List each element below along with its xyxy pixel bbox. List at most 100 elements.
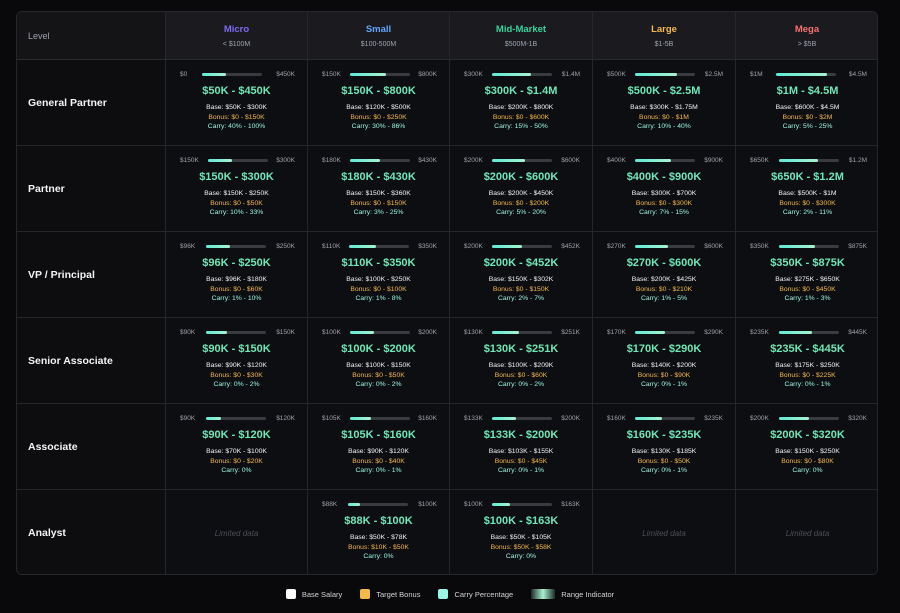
target-bonus: Bonus: $0 - $50K <box>352 371 405 379</box>
total-comp: $180K - $430K <box>341 171 416 183</box>
range-max: $150K <box>276 328 295 336</box>
target-bonus: Bonus: $0 - $50K <box>210 199 263 207</box>
tier-header-small[interactable]: Small $100-500M <box>308 12 450 60</box>
comp-cell[interactable]: Limited data <box>736 490 877 574</box>
range-bar-fill <box>492 416 516 420</box>
total-comp: $105K - $160K <box>341 429 416 441</box>
comp-cell[interactable]: $650K $1.2M $650K - $1.2M Base: $500K - … <box>736 146 877 232</box>
carry-percentage: Carry: 15% - 50% <box>494 123 548 130</box>
tier-name: Large <box>651 23 677 35</box>
range-indicator: $88K $100K <box>308 500 449 508</box>
tier-header-mid-market[interactable]: Mid-Market $500M-1B <box>450 12 593 60</box>
range-indicator: $90K $150K <box>166 328 307 336</box>
comp-cell[interactable]: $270K $600K $270K - $600K Base: $200K - … <box>593 232 736 318</box>
comp-cell[interactable]: Limited data <box>593 490 736 574</box>
range-min: $110K <box>322 242 341 250</box>
range-indicator: $130K $251K <box>450 328 592 336</box>
target-bonus: Bonus: $0 - $150K <box>350 199 407 207</box>
comp-cell[interactable]: $0 $450K $50K - $450K Base: $50K - $300K… <box>166 60 308 146</box>
base-salary: Base: $500K - $1M <box>778 190 837 197</box>
total-comp: $200K - $600K <box>483 171 559 183</box>
comp-cell[interactable]: $130K $251K $130K - $251K Base: $100K - … <box>450 318 593 404</box>
total-comp: $133K - $200K <box>483 429 559 441</box>
base-salary: Base: $96K - $180K <box>206 276 267 283</box>
comp-cell[interactable]: $300K $1.4M $300K - $1.4M Base: $200K - … <box>450 60 593 146</box>
range-max: $100K <box>418 500 437 508</box>
comp-cell[interactable]: $133K $200K $133K - $200K Base: $103K - … <box>450 404 593 490</box>
color-swatch-icon <box>285 589 296 599</box>
comp-cell[interactable]: $235K $445K $235K - $445K Base: $175K - … <box>736 318 877 404</box>
carry-percentage: Carry: 40% - 100% <box>207 123 266 130</box>
comp-cell[interactable]: $90K $120K $90K - $120K Base: $70K - $10… <box>166 404 308 490</box>
carry-percentage: Carry: 1% - 5% <box>640 295 688 302</box>
range-bar-fill <box>635 416 662 420</box>
range-bar <box>492 502 552 506</box>
comp-cell[interactable]: $1M $4.5M $1M - $4.5M Base: $600K - $4.5… <box>736 60 877 146</box>
comp-cell[interactable]: $105K $160K $105K - $160K Base: $90K - $… <box>308 404 450 490</box>
range-bar-fill <box>349 416 371 420</box>
carry-percentage: Carry: 2% - 7% <box>497 295 545 302</box>
base-salary: Base: $50K - $300K <box>206 104 267 111</box>
comp-cell[interactable]: $150K $800K $150K - $800K Base: $120K - … <box>308 60 450 146</box>
tier-header-mega[interactable]: Mega > $5B <box>736 12 877 60</box>
range-min: $130K <box>464 328 483 336</box>
total-comp: $50K - $450K <box>202 85 271 97</box>
comp-cell[interactable]: $100K $163K $100K - $163K Base: $50K - $… <box>450 490 593 574</box>
carry-percentage: Carry: 0% - 1% <box>355 467 402 474</box>
comp-cell[interactable]: $180K $430K $180K - $430K Base: $150K - … <box>308 146 450 232</box>
range-bar <box>492 330 552 334</box>
base-salary: Base: $150K - $302K <box>488 276 554 283</box>
comp-cell[interactable]: $200K $452K $200K - $452K Base: $150K - … <box>450 232 593 318</box>
range-indicator: $100K $200K <box>308 328 449 336</box>
comp-cell[interactable]: $110K $350K $110K - $350K Base: $100K - … <box>308 232 450 318</box>
range-max: $120K <box>276 414 295 422</box>
range-bar <box>492 72 553 76</box>
color-swatch-icon <box>360 589 371 599</box>
total-comp: $200K - $452K <box>483 257 559 269</box>
target-bonus: Bonus: $0 - $1M <box>639 113 689 121</box>
carry-percentage: Carry: 1% - 10% <box>211 295 262 302</box>
target-bonus: Bonus: $0 - $200K <box>492 199 550 207</box>
carry-percentage: Carry: 5% - 25% <box>782 123 833 130</box>
comp-cell[interactable]: $150K $300K $150K - $300K Base: $150K - … <box>166 146 308 232</box>
total-comp: $90K - $150K <box>202 343 271 355</box>
tier-header-large[interactable]: Large $1-5B <box>593 12 736 60</box>
range-min: $400K <box>607 156 626 164</box>
carry-percentage: Carry: 1% - 8% <box>355 295 402 302</box>
carry-percentage: Carry: 10% - 33% <box>209 209 264 216</box>
range-min: $170K <box>607 328 626 336</box>
range-bar-fill <box>635 72 678 76</box>
comp-cell[interactable]: $500K $2.5M $500K - $2.5M Base: $300K - … <box>593 60 736 146</box>
range-bar-fill <box>349 244 377 248</box>
comp-cell[interactable]: $200K $320K $200K - $320K Base: $150K - … <box>736 404 877 490</box>
comp-cell[interactable]: $90K $150K $90K - $150K Base: $90K - $12… <box>166 318 308 404</box>
comp-breakdown: Base: $200K - $800K Bonus: $0 - $600K Ca… <box>489 103 554 132</box>
range-bar <box>207 158 268 162</box>
carry-percentage: Carry: 0% <box>363 553 394 560</box>
comp-breakdown: Base: $90K - $120K Bonus: $0 - $40K Carr… <box>348 447 409 476</box>
comp-cell[interactable]: $96K $250K $96K - $250K Base: $96K - $18… <box>166 232 308 318</box>
color-swatch-icon <box>438 589 449 599</box>
comp-cell[interactable]: $160K $235K $160K - $235K Base: $130K - … <box>593 404 736 490</box>
base-salary: Base: $103K - $155K <box>488 448 554 455</box>
comp-cell[interactable]: $400K $900K $400K - $900K Base: $300K - … <box>593 146 736 232</box>
comp-cell[interactable]: $200K $600K $200K - $600K Base: $200K - … <box>450 146 593 232</box>
row-label: Partner <box>17 146 166 232</box>
range-min: $96K <box>180 242 196 250</box>
range-bar-fill <box>207 158 232 162</box>
range-min: $105K <box>322 414 341 422</box>
comp-cell[interactable]: $170K $290K $170K - $290K Base: $140K - … <box>593 318 736 404</box>
comp-cell[interactable]: $88K $100K $88K - $100K Base: $50K - $78… <box>308 490 450 574</box>
comp-cell[interactable]: $350K $875K $350K - $875K Base: $275K - … <box>736 232 877 318</box>
carry-percentage: Carry: 1% - 3% <box>784 295 831 302</box>
range-bar <box>205 416 266 420</box>
range-bar <box>492 244 552 248</box>
tier-header-micro[interactable]: Micro < $100M <box>166 12 308 60</box>
carry-percentage: Carry: 0% - 2% <box>497 381 545 388</box>
base-salary: Base: $300K - $700K <box>631 190 697 197</box>
comp-cell[interactable]: $100K $200K $100K - $200K Base: $100K - … <box>308 318 450 404</box>
comp-cell[interactable]: Limited data <box>166 490 308 574</box>
comp-breakdown: Base: $150K - $360K Bonus: $0 - $150K Ca… <box>346 189 411 218</box>
range-bar <box>635 244 695 248</box>
range-min: $650K <box>750 156 769 164</box>
